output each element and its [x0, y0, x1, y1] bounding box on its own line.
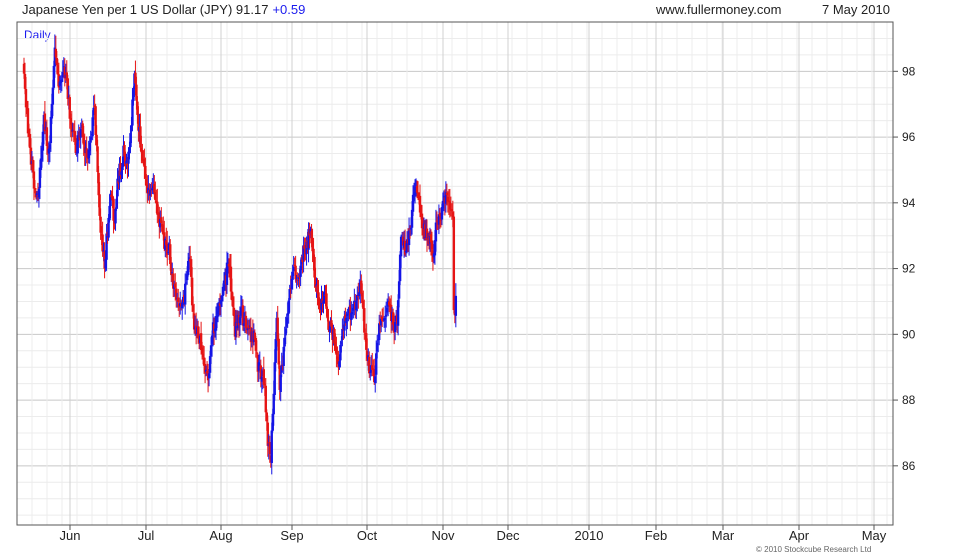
x-tick-label: May — [862, 528, 887, 543]
x-tick-label: Aug — [209, 528, 232, 543]
x-tick-label: Nov — [431, 528, 455, 543]
y-axis: 86 88 90 92 94 96 98 — [893, 64, 916, 473]
y-tick-label: 96 — [902, 130, 916, 144]
candle-body-up — [183, 283, 187, 305]
x-tick-label: Jun — [60, 528, 81, 543]
x-tick-label: Feb — [645, 528, 667, 543]
x-tick-label: Oct — [357, 528, 378, 543]
x-axis: Jun Jul Aug Sep Oct Nov Dec 2010 Feb Mar Apr May — [60, 525, 887, 543]
x-tick-label: Dec — [496, 528, 520, 543]
candle-body-up — [51, 87, 55, 105]
candle-body-down — [325, 293, 328, 309]
y-tick-label: 92 — [902, 262, 916, 276]
candle-body-down — [277, 338, 280, 365]
candle-body-up — [454, 295, 458, 316]
candlestick-chart: 86 88 90 92 94 96 98 Jun Jul Aug Sep Oct Nov Dec 2010… — [16, 21, 916, 543]
y-tick-label: 90 — [902, 327, 916, 341]
copyright-notice: © 2010 Stockcube Research Ltd — [756, 545, 872, 554]
candle-body-up — [279, 374, 282, 392]
candle-body-up — [384, 314, 388, 317]
candle-body-up — [270, 430, 273, 463]
x-tick-label: Sep — [280, 528, 303, 543]
candle-body-up — [114, 208, 117, 224]
x-tick-label: Apr — [789, 528, 810, 543]
y-tick-label: 88 — [902, 393, 916, 407]
x-tick-label: Mar — [712, 528, 735, 543]
y-tick-label: 94 — [902, 196, 916, 210]
x-tick-label: Jul — [138, 528, 155, 543]
x-tick-label: 2010 — [575, 528, 604, 543]
candle-body-down — [264, 385, 267, 413]
y-tick-label: 86 — [902, 459, 916, 473]
y-tick-label: 98 — [902, 64, 916, 78]
